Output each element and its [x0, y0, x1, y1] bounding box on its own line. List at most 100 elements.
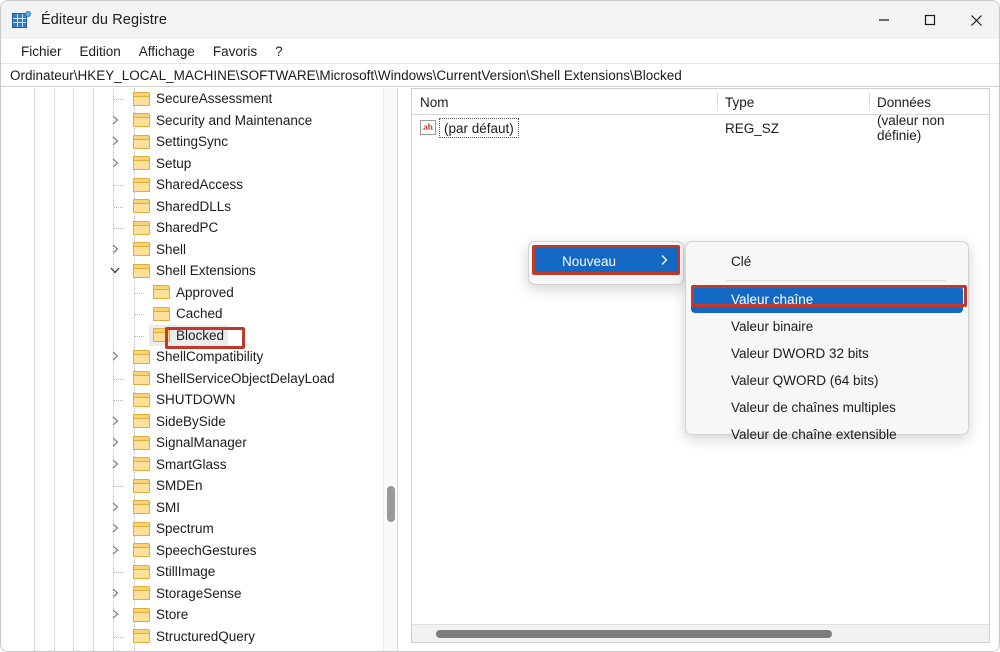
values-horizontal-scrollbar[interactable] — [412, 624, 989, 642]
tree-item-sharedaccess[interactable]: SharedAccess — [1, 174, 383, 196]
chevron-right-icon[interactable] — [109, 350, 121, 362]
tree-item-label: Shell — [156, 241, 187, 257]
tree-item-shell-extensions[interactable]: Shell Extensions — [1, 260, 383, 282]
tree-elbow — [114, 378, 124, 380]
tree-item-storagesense[interactable]: StorageSense — [1, 583, 383, 605]
tree-item-label: StorageSense — [156, 585, 242, 601]
tree-item-smartglass[interactable]: SmartGlass — [1, 454, 383, 476]
tree-item-shellserviceobjectdelayload[interactable]: ShellServiceObjectDelayLoad — [1, 368, 383, 390]
minimize-icon[interactable] — [861, 1, 907, 39]
registry-tree[interactable]: SecureAssessment Security and Maintenance… — [1, 88, 383, 651]
tree-elbow — [114, 99, 124, 100]
chevron-right-icon[interactable] — [109, 544, 121, 556]
menu-fichier[interactable]: Fichier — [12, 42, 71, 61]
menu-affichage[interactable]: Affichage — [130, 42, 204, 61]
column-divider[interactable] — [717, 93, 718, 111]
tree-item-secureassessment[interactable]: SecureAssessment — [1, 88, 383, 110]
tree-item-smden[interactable]: SMDEn — [1, 475, 383, 497]
tree-item-shareddlls[interactable]: SharedDLLs — [1, 196, 383, 218]
tree-item-shutdown[interactable]: SHUTDOWN — [1, 389, 383, 411]
tree-item-shellcompatibility[interactable]: ShellCompatibility — [1, 346, 383, 368]
tree-item-label: StillImage — [156, 564, 216, 579]
folder-icon — [133, 242, 150, 257]
tree-item-label: SharedPC — [156, 220, 219, 235]
chevron-right-icon[interactable] — [109, 157, 121, 169]
registry-editor-window: Éditeur du Registre Fichier Edition Affich… — [0, 0, 1000, 652]
tree-item-cached[interactable]: Cached — [1, 303, 383, 325]
tree-item-structuredquery[interactable]: StructuredQuery — [1, 626, 383, 648]
context-menu-new: Nouveau — [528, 241, 684, 285]
chevron-right-icon[interactable] — [109, 458, 121, 470]
tree-elbow — [114, 185, 124, 186]
context-menu-item-nouveau[interactable]: Nouveau — [534, 247, 678, 275]
menu-help[interactable]: ? — [266, 42, 292, 61]
tree-item-spectrum[interactable]: Spectrum — [1, 518, 383, 540]
tree-item-store[interactable]: Store — [1, 604, 383, 626]
tree-item-label: SMI — [156, 499, 181, 515]
context-menu-nouveau-label: Nouveau — [562, 253, 617, 269]
tree-item-label: StructuredQuery — [156, 628, 256, 644]
tree-item-signalmanager[interactable]: SignalManager — [1, 432, 383, 454]
column-donnees[interactable]: Données — [869, 89, 931, 115]
chevron-right-icon[interactable] — [109, 501, 121, 513]
menu-favoris[interactable]: Favoris — [204, 42, 266, 61]
column-nom[interactable]: Nom — [412, 89, 449, 115]
address-bar[interactable]: Ordinateur\HKEY_LOCAL_MACHINE\SOFTWARE\M… — [1, 63, 999, 87]
submenu-item-valeur-binaire[interactable]: Valeur binaire — [691, 313, 963, 340]
chevron-right-icon[interactable] — [109, 522, 121, 534]
tree-item-label: SettingSync — [156, 134, 229, 149]
tree-item-settingsync[interactable]: SettingSync — [1, 131, 383, 153]
tree-scrollbar-thumb[interactable] — [387, 486, 395, 522]
folder-icon — [133, 414, 150, 429]
chevron-right-icon[interactable] — [109, 436, 121, 448]
submenu-item-valeur-cha-ne[interactable]: Valeur chaîne — [691, 286, 963, 313]
tree-vertical-scrollbar[interactable] — [383, 88, 397, 651]
folder-icon — [133, 478, 150, 493]
value-name-cell[interactable]: (par défaut) — [439, 118, 519, 138]
menu-edition[interactable]: Edition — [71, 42, 130, 61]
tree-item-sharedpc[interactable]: SharedPC — [1, 217, 383, 239]
values-scrollbar-thumb[interactable] — [436, 630, 832, 638]
table-row[interactable]: ab (par défaut) REG_SZ (valeur non définie) — [412, 113, 989, 143]
submenu-item-valeur-de-cha-nes-multiples[interactable]: Valeur de chaînes multiples — [691, 394, 963, 421]
tree-item-label: SmartGlass — [156, 456, 227, 472]
chevron-right-icon[interactable] — [109, 114, 121, 126]
tree-item-speechgestures[interactable]: SpeechGestures — [1, 540, 383, 562]
submenu-item-valeur-dword-32-bits[interactable]: Valeur DWORD 32 bits — [691, 340, 963, 367]
tree-item-security-and-maintenance[interactable]: Security and Maintenance — [1, 110, 383, 132]
tree-item-label: Store — [156, 607, 189, 622]
tree-item-smi[interactable]: SMI — [1, 497, 383, 519]
tree-item-approved[interactable]: Approved — [1, 282, 383, 304]
tree-item-shell[interactable]: Shell — [1, 239, 383, 261]
folder-icon — [133, 134, 150, 149]
folder-icon — [133, 371, 150, 386]
folder-icon — [133, 629, 150, 644]
folder-icon — [133, 543, 150, 558]
maximize-icon[interactable] — [907, 1, 953, 39]
column-type[interactable]: Type — [717, 89, 754, 115]
tree-item-label: SharedAccess — [156, 177, 244, 192]
chevron-right-icon[interactable] — [109, 608, 121, 620]
submenu-item-valeur-de-cha-ne-extensible[interactable]: Valeur de chaîne extensible — [691, 421, 963, 448]
tree-item-stillimage[interactable]: StillImage — [1, 561, 383, 583]
submenu-item-valeur-qword-64-bits-[interactable]: Valeur QWORD (64 bits) — [691, 367, 963, 394]
chevron-right-icon[interactable] — [109, 415, 121, 427]
folder-icon — [133, 220, 150, 235]
tree-item-blocked[interactable]: Blocked — [1, 324, 383, 346]
submenu-item-label: Valeur DWORD 32 bits — [731, 346, 869, 361]
chevron-down-icon[interactable] — [109, 264, 121, 276]
submenu-item-cl-[interactable]: Clé — [691, 248, 963, 275]
chevron-right-icon[interactable] — [109, 243, 121, 255]
close-icon[interactable] — [953, 1, 999, 39]
tree-item-setup[interactable]: Setup — [1, 153, 383, 175]
folder-icon — [133, 263, 150, 278]
chevron-right-icon[interactable] — [109, 135, 121, 147]
column-divider[interactable] — [869, 93, 870, 111]
tree-item-sidebyside[interactable]: SideBySide — [1, 411, 383, 433]
tree-item-label: SMDEn — [156, 478, 203, 493]
folder-icon — [133, 156, 150, 171]
tree-elbow — [135, 292, 145, 294]
tree-item-label: SideBySide — [156, 413, 226, 429]
tree-item-label: ShellServiceObjectDelayLoad — [156, 370, 335, 386]
chevron-right-icon[interactable] — [109, 587, 121, 599]
